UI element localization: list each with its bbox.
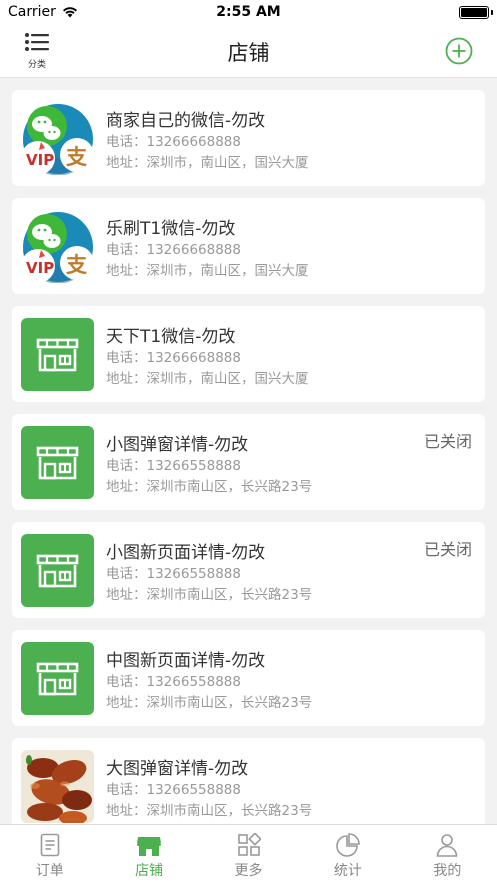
tab-stats[interactable]: 统计 [298, 825, 397, 883]
store-name: 小图新页面详情-勿改 [106, 543, 266, 563]
tab-label: 店铺 [135, 863, 164, 879]
store-thumbnail [21, 534, 94, 607]
status-bar: Carrier 2:55 AM [0, 0, 497, 24]
store-thumbnail [21, 750, 94, 823]
store-phone: 电话：13266558888 [106, 674, 241, 690]
store-address: 地址：深圳市南山区，长兴路23号 [106, 479, 313, 495]
store-card[interactable]: 中图新页面详情-勿改电话：13266558888 地址：深圳市南山区，长兴路23号 [12, 630, 485, 726]
store-list: VIP 支 商家自己的微信-勿改电话：13266668888 地址：深圳市，南山区… [12, 90, 485, 846]
store-phone: 电话：13266558888 [106, 458, 241, 474]
svg-text:支: 支 [66, 253, 88, 277]
store-card[interactable]: 小图弹窗详情-勿改电话：13266558888 地址：深圳市南山区，长兴路23号 已… [12, 414, 485, 510]
tab-more[interactable]: 更多 [199, 825, 298, 883]
store-thumbnail: VIP 支 [21, 210, 94, 283]
storefront-icon [21, 426, 94, 499]
store-status: 已关闭 [423, 540, 472, 559]
store-name: 大图弹窗详情-勿改 [106, 759, 249, 779]
storefront-icon [21, 642, 94, 715]
store-address: 地址：深圳市南山区，长兴路23号 [106, 695, 313, 711]
status-time: 2:55 AM [216, 4, 281, 20]
store-phone: 电话：13266558888 [106, 782, 241, 798]
store-thumbnail [21, 642, 94, 715]
store-card[interactable]: VIP 支 乐刷T1微信-勿改电话：13266668888 地址：深圳市，南山区，… [12, 198, 485, 294]
tab-stores[interactable]: 店铺 [99, 825, 198, 883]
tab-orders[interactable]: 订单 [0, 825, 99, 883]
user-icon [437, 834, 458, 857]
storefront-icon [21, 318, 94, 391]
store-phone: 电话：13266668888 [106, 242, 241, 258]
store-name: 天下T1微信-勿改 [106, 327, 236, 347]
store-card[interactable]: 大图弹窗详情-勿改电话：13266558888 地址：深圳市南山区，长兴路23号 [12, 738, 485, 834]
add-store-button[interactable] [445, 37, 473, 65]
svg-text:VIP: VIP [26, 151, 54, 169]
svg-text:VIP: VIP [26, 259, 54, 277]
store-icon [137, 837, 162, 856]
store-address: 地址：深圳市，南山区，国兴大厦 [106, 371, 309, 387]
store-card[interactable]: VIP 支 商家自己的微信-勿改电话：13266668888 地址：深圳市，南山区… [12, 90, 485, 186]
wechat-vip-alipay-icon: VIP 支 [21, 210, 94, 283]
store-card[interactable]: 小图新页面详情-勿改电话：13266558888 地址：深圳市南山区，长兴路23号… [12, 522, 485, 618]
svg-text:支: 支 [66, 145, 88, 169]
store-address: 地址：深圳市南山区，长兴路23号 [106, 803, 313, 819]
store-status: 已关闭 [423, 432, 472, 451]
store-phone: 电话：13266668888 [106, 350, 241, 366]
tab-label: 我的 [433, 863, 462, 879]
page-title: 店铺 [227, 41, 270, 65]
store-phone: 电话：13266558888 [106, 566, 241, 582]
nav-bar: 分类 店铺 [0, 24, 497, 78]
store-thumbnail [21, 426, 94, 499]
tab-label: 更多 [234, 863, 263, 879]
store-name: 中图新页面详情-勿改 [106, 651, 266, 671]
store-name: 商家自己的微信-勿改 [106, 111, 266, 131]
battery-icon [459, 6, 489, 19]
store-name: 小图弹窗详情-勿改 [106, 435, 249, 455]
tab-bar: 订单 店铺 更多 统计 我的 [0, 824, 497, 883]
order-icon [40, 833, 60, 857]
storefront-icon [21, 534, 94, 607]
store-address: 地址：深圳市，南山区，国兴大厦 [106, 263, 309, 279]
store-card[interactable]: 天下T1微信-勿改电话：13266668888 地址：深圳市，南山区，国兴大厦 [12, 306, 485, 402]
store-thumbnail: VIP 支 [21, 102, 94, 175]
store-name: 乐刷T1微信-勿改 [106, 219, 236, 239]
wechat-vip-alipay-icon: VIP 支 [21, 102, 94, 175]
pie-chart-icon [336, 833, 360, 857]
grid-icon [237, 833, 261, 856]
tab-label: 订单 [35, 863, 64, 879]
store-address: 地址：深圳市南山区，长兴路23号 [106, 587, 313, 603]
store-thumbnail [21, 318, 94, 391]
store-address: 地址：深圳市，南山区，国兴大厦 [106, 155, 309, 171]
food-photo [21, 750, 94, 823]
store-phone: 电话：13266668888 [106, 134, 241, 150]
tab-profile[interactable]: 我的 [398, 825, 497, 883]
tab-label: 统计 [333, 863, 362, 879]
